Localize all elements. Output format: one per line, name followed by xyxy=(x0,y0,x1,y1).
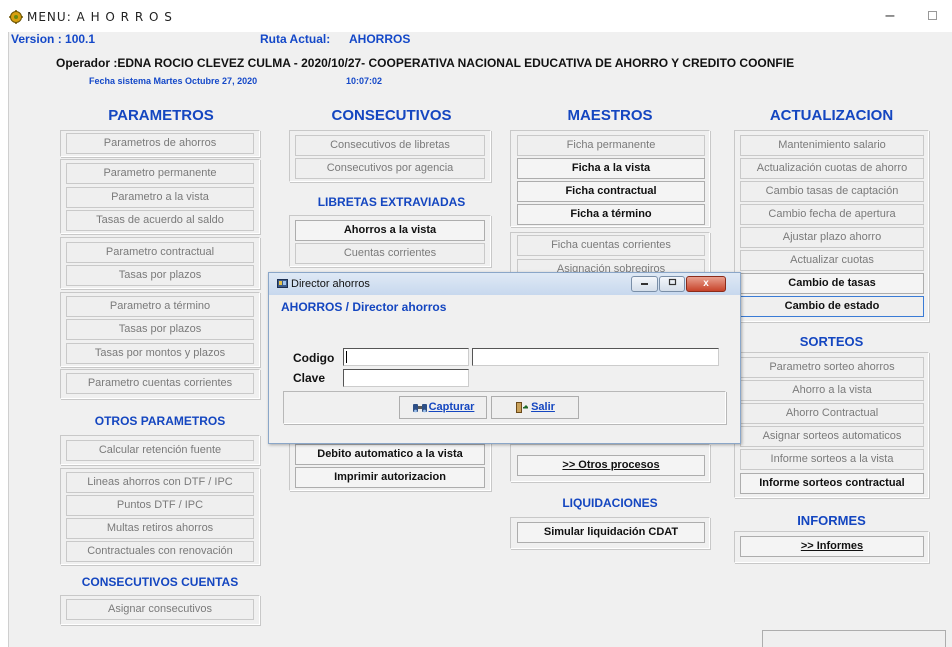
salir-button[interactable]: Salir xyxy=(491,396,579,419)
ajustar-plazo-button[interactable]: Ajustar plazo ahorro xyxy=(740,227,924,248)
system-time: 10:07:02 xyxy=(346,76,383,86)
title-bar[interactable]: MENU: A H O R R O S – xyxy=(0,0,952,32)
cambio-estado-button[interactable]: Cambio de estado xyxy=(740,296,924,317)
parametro-sorteo-button[interactable]: Parametro sorteo ahorros xyxy=(740,357,924,378)
otros-procesos-button[interactable]: >> Otros procesos xyxy=(517,455,705,476)
director-ahorros-dialog: Director ahorros x AHORROS / Director ah… xyxy=(268,272,741,444)
tasas-saldo-button[interactable]: Tasas de acuerdo al saldo xyxy=(66,210,254,231)
maximize-icon xyxy=(927,11,937,20)
dialog-app-icon xyxy=(277,279,288,288)
parametros-title: PARAMETROS xyxy=(108,107,214,124)
consecutivos-cuentas-title: CONSECUTIVOS CUENTAS xyxy=(81,575,239,589)
dialog-close-button[interactable]: x xyxy=(686,276,726,292)
capturar-button[interactable]: Capturar xyxy=(399,396,487,419)
window-title: MENU: A H O R R O S xyxy=(27,10,173,24)
sorteos-title: SORTEOS xyxy=(799,334,864,349)
calcular-retencion-button[interactable]: Calcular retención fuente xyxy=(66,440,254,461)
sorteo-ahorro-vista-button[interactable]: Ahorro a la vista xyxy=(740,380,924,401)
clave-label: Clave xyxy=(293,371,326,385)
lineas-dtf-button[interactable]: Lineas ahorros con DTF / IPC xyxy=(66,472,254,493)
parametro-a-la-vista-button[interactable]: Parametro a la vista xyxy=(66,187,254,208)
dialog-title-bar[interactable]: Director ahorros x xyxy=(269,273,740,295)
dialog-title: Director ahorros xyxy=(291,278,370,290)
actualizacion-title: ACTUALIZACION xyxy=(769,107,894,124)
tasas-montos-plazos-button[interactable]: Tasas por montos y plazos xyxy=(66,343,254,364)
salir-label: Salir xyxy=(531,401,555,413)
asignar-sorteos-button[interactable]: Asignar sorteos automaticos xyxy=(740,426,924,447)
ficha-vista-button[interactable]: Ficha a la vista xyxy=(517,158,705,179)
clave-input[interactable] xyxy=(343,369,469,387)
codigo-description-field[interactable] xyxy=(472,348,719,366)
otros-parametros-title: OTROS PARAMETROS xyxy=(94,414,226,428)
codigo-label: Codigo xyxy=(293,351,335,365)
ficha-termino-button[interactable]: Ficha a término xyxy=(517,204,705,225)
parametro-a-termino-button[interactable]: Parametro a término xyxy=(66,296,254,317)
ficha-permanente-button[interactable]: Ficha permanente xyxy=(517,135,705,156)
informes-title: INFORMES xyxy=(797,513,866,528)
puntos-dtf-button[interactable]: Puntos DTF / IPC xyxy=(66,495,254,516)
sorteo-ahorro-contractual-button[interactable]: Ahorro Contractual xyxy=(740,403,924,424)
maximize-button[interactable] xyxy=(920,6,944,26)
cambio-tasas-button[interactable]: Cambio de tasas xyxy=(740,273,924,294)
codigo-input[interactable] xyxy=(343,348,469,366)
liquidaciones-title: LIQUIDACIONES xyxy=(562,496,658,510)
version-label: Version : 100.1 xyxy=(11,32,96,46)
cambio-fecha-apertura-button[interactable]: Cambio fecha de apertura xyxy=(740,204,924,225)
parametro-contractual-button[interactable]: Parametro contractual xyxy=(66,242,254,263)
parametro-permanente-button[interactable]: Parametro permanente xyxy=(66,163,254,184)
maximize-icon xyxy=(668,278,676,286)
tasas-plazos-termino-button[interactable]: Tasas por plazos xyxy=(66,319,254,340)
libretas-extraviadas-title: LIBRETAS EXTRAVIADAS xyxy=(317,195,466,209)
text-caret xyxy=(346,351,347,363)
libreta-cuentas-corrientes-button[interactable]: Cuentas corrientes xyxy=(295,243,485,264)
informe-sorteos-contractual-button[interactable]: Informe sorteos contractual xyxy=(740,473,924,494)
ficha-contractual-button[interactable]: Ficha contractual xyxy=(517,181,705,202)
tasas-plazos-contractual-button[interactable]: Tasas por plazos xyxy=(66,265,254,286)
bottom-button-partial[interactable] xyxy=(762,630,946,647)
cambio-tasas-captacion-button[interactable]: Cambio tasas de captación xyxy=(740,181,924,202)
dialog-header: AHORROS / Director ahorros xyxy=(281,300,447,314)
parametros-de-ahorros-button[interactable]: Parametros de ahorros xyxy=(66,133,254,154)
mantenimiento-salario-button[interactable]: Mantenimiento salario xyxy=(740,135,924,156)
exit-door-icon xyxy=(516,401,529,413)
actualizacion-cuotas-button[interactable]: Actualización cuotas de ahorro xyxy=(740,158,924,179)
dialog-maximize-button[interactable] xyxy=(659,276,685,292)
libreta-ahorros-vista-button[interactable]: Ahorros a la vista xyxy=(295,220,485,241)
asignar-consecutivos-button[interactable]: Asignar consecutivos xyxy=(66,599,254,620)
dialog-minimize-button[interactable] xyxy=(631,276,658,292)
consecutivos-title: CONSECUTIVOS xyxy=(331,107,452,124)
consecutivos-libretas-button[interactable]: Consecutivos de libretas xyxy=(295,135,485,156)
operator-line: Operador :EDNA ROCIO CLEVEZ CULMA - 2020… xyxy=(56,56,795,70)
route-value: AHORROS xyxy=(349,32,411,46)
multas-retiros-button[interactable]: Multas retiros ahorros xyxy=(66,518,254,539)
simular-liquidacion-button[interactable]: Simular liquidación CDAT xyxy=(517,522,705,543)
otros-procesos-label: >> Otros procesos xyxy=(562,459,660,471)
consecutivos-agencia-button[interactable]: Consecutivos por agencia xyxy=(295,158,485,179)
informes-button[interactable]: >> Informes xyxy=(740,536,924,557)
maestros-title: MAESTROS xyxy=(567,107,653,124)
debito-automatico-button[interactable]: Debito automatico a la vista xyxy=(295,444,485,465)
ficha-cuentas-corrientes-button[interactable]: Ficha cuentas corrientes xyxy=(517,235,705,256)
minimize-icon xyxy=(641,283,648,285)
actualizar-cuotas-button[interactable]: Actualizar cuotas xyxy=(740,250,924,271)
imprimir-autorizacion-button[interactable]: Imprimir autorizacion xyxy=(295,467,485,488)
parametro-cuentas-corrientes-button[interactable]: Parametro cuentas corrientes xyxy=(66,373,254,394)
main-window: MENU: A H O R R O S – Version : 100.1 Ru… xyxy=(0,0,952,647)
route-label: Ruta Actual: xyxy=(260,32,331,46)
informe-sorteos-vista-button[interactable]: Informe sorteos a la vista xyxy=(740,449,924,470)
minimize-button[interactable]: – xyxy=(878,6,902,26)
system-date: Fecha sistema Martes Octubre 27, 2020 xyxy=(89,76,258,86)
contractuales-renovacion-button[interactable]: Contractuales con renovación xyxy=(66,541,254,562)
informes-label: >> Informes xyxy=(800,540,864,552)
capturar-label: Capturar xyxy=(428,401,475,413)
app-gear-icon xyxy=(9,10,23,24)
capture-binoculars-icon xyxy=(412,403,427,412)
